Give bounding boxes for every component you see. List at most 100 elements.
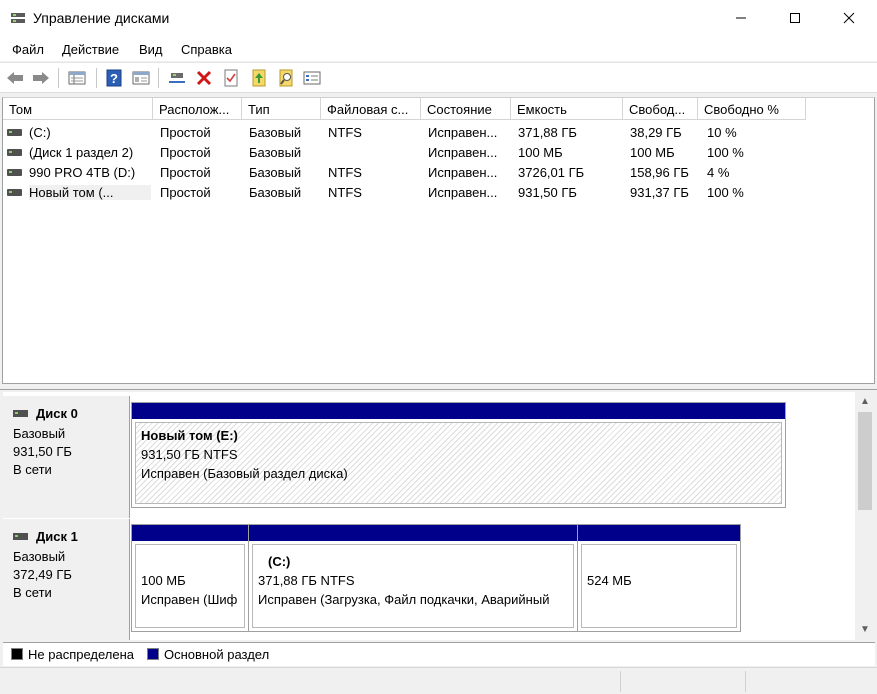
delete-icon[interactable]	[194, 68, 214, 88]
menu-view[interactable]: Вид	[139, 42, 163, 57]
cell-status: Исправен...	[428, 145, 498, 160]
partition-title: (C:)	[268, 554, 291, 569]
properties-icon[interactable]	[131, 68, 151, 88]
partition-recovery[interactable]: 524 МБ	[577, 524, 741, 632]
disk-icon	[13, 410, 28, 417]
menu-file[interactable]: Файл	[12, 42, 44, 57]
partition-c[interactable]: (C:) 371,88 ГБ NTFS Исправен (Загрузка, …	[248, 524, 578, 632]
disk-status: В сети	[13, 462, 52, 477]
disk-size: 931,50 ГБ	[13, 444, 72, 459]
disk-type: Базовый	[13, 426, 66, 441]
cell-free-space: 38,29 ГБ	[630, 125, 682, 140]
partition-status: Исправен (Базовый раздел диска)	[141, 466, 348, 481]
primary-partition-bar	[132, 403, 785, 419]
volume-list[interactable]: Том Располож... Тип Файловая с... Состоя…	[2, 97, 875, 384]
partition-status: Исправен (Шиф	[141, 592, 238, 607]
disk-graphical-view: Диск 0 Базовый 931,50 ГБ В сети Новый то…	[3, 392, 856, 640]
legend-primary-partition: Основной раздел	[164, 647, 270, 662]
primary-partition-swatch	[147, 648, 159, 660]
unallocated-swatch	[11, 648, 23, 660]
cell-free-space: 931,37 ГБ	[630, 185, 689, 200]
scrollbar-thumb[interactable]	[858, 412, 872, 510]
cell-volume: 990 PRO 4TB (D:)	[29, 165, 136, 180]
partition-status: Исправен (Загрузка, Файл подкачки, Авари…	[258, 592, 550, 607]
column-header-free-percent[interactable]: Свободно %	[698, 98, 806, 120]
cell-capacity: 931,50 ГБ	[518, 185, 577, 200]
help-icon[interactable]: ?	[104, 68, 124, 88]
cell-layout: Простой	[160, 145, 211, 160]
table-row[interactable]: Новый том (... Простой Базовый NTFS Испр…	[3, 183, 874, 203]
cell-volume: Новый том (...	[29, 185, 151, 200]
cell-type: Базовый	[249, 145, 302, 160]
disk-name: Диск 0	[36, 406, 78, 421]
primary-partition-bar	[249, 525, 577, 541]
cell-layout: Простой	[160, 125, 211, 140]
table-row[interactable]: 990 PRO 4TB (D:) Простой Базовый NTFS Ис…	[3, 163, 874, 183]
cell-filesystem: NTFS	[328, 185, 362, 200]
cell-volume: (Диск 1 раздел 2)	[29, 145, 134, 160]
title-bar: Управление дисками	[0, 0, 877, 38]
toolbar: ?	[0, 62, 877, 93]
close-button[interactable]	[826, 0, 872, 36]
cell-type: Базовый	[249, 185, 302, 200]
pane-splitter[interactable]	[0, 384, 877, 390]
disk-list-icon[interactable]	[67, 68, 87, 88]
menu-help[interactable]: Справка	[181, 42, 232, 57]
cell-capacity: 3726,01 ГБ	[518, 165, 585, 180]
cell-free-space: 158,96 ГБ	[630, 165, 689, 180]
cell-layout: Простой	[160, 185, 211, 200]
disk-1-header[interactable]: Диск 1 Базовый 372,49 ГБ В сети	[3, 519, 130, 640]
partition-size: 524 МБ	[587, 573, 632, 588]
column-header-layout[interactable]: Располож...	[153, 98, 242, 120]
check-icon[interactable]	[221, 68, 241, 88]
graphical-view-scrollbar[interactable]: ▲ ▼	[855, 392, 875, 640]
drive-icon	[7, 189, 22, 196]
forward-arrow-icon[interactable]	[31, 68, 51, 88]
legend-unallocated: Не распределена	[28, 647, 135, 662]
partition-title: Новый том (E:)	[141, 428, 238, 443]
drive-icon	[7, 149, 22, 156]
column-header-filesystem[interactable]: Файловая с...	[321, 98, 421, 120]
minimize-button[interactable]	[718, 0, 764, 36]
column-header-status[interactable]: Состояние	[421, 98, 511, 120]
search-icon[interactable]	[276, 68, 296, 88]
menu-bar: Файл Действие Вид Справка	[0, 38, 877, 61]
partition-size: 100 МБ	[141, 573, 186, 588]
scroll-down-icon[interactable]: ▼	[860, 624, 870, 635]
status-bar	[0, 667, 877, 694]
table-row[interactable]: (Диск 1 раздел 2) Простой Базовый Исправ…	[3, 143, 874, 163]
cell-status: Исправен...	[428, 185, 498, 200]
maximize-icon	[790, 13, 800, 23]
maximize-button[interactable]	[772, 0, 818, 36]
column-header-capacity[interactable]: Емкость	[511, 98, 623, 120]
cell-free-percent: 4 %	[707, 165, 730, 180]
cell-type: Базовый	[249, 165, 302, 180]
menu-action[interactable]: Действие	[62, 42, 119, 57]
partition-efi[interactable]: 100 МБ Исправен (Шиф	[131, 524, 249, 632]
back-arrow-icon[interactable]	[5, 68, 25, 88]
table-row[interactable]: (C:) Простой Базовый NTFS Исправен... 37…	[3, 123, 874, 143]
cell-volume: (C:)	[29, 125, 51, 140]
scroll-up-icon[interactable]: ▲	[860, 396, 870, 407]
close-icon	[843, 12, 855, 24]
settings-list-icon[interactable]	[302, 68, 322, 88]
cell-free-percent: 100 %	[707, 185, 744, 200]
column-header-type[interactable]: Тип	[242, 98, 321, 120]
import-icon[interactable]	[249, 68, 269, 88]
cell-filesystem: NTFS	[328, 125, 362, 140]
primary-partition-bar	[132, 525, 248, 541]
cell-filesystem: NTFS	[328, 165, 362, 180]
window-title: Управление дисками	[33, 10, 170, 26]
minimize-icon	[736, 17, 746, 19]
drive-icon	[7, 169, 22, 176]
connect-icon[interactable]	[167, 68, 187, 88]
disk-0-header[interactable]: Диск 0 Базовый 931,50 ГБ В сети	[3, 396, 130, 518]
partition-size: 371,88 ГБ NTFS	[258, 573, 355, 588]
cell-status: Исправен...	[428, 125, 498, 140]
cell-status: Исправен...	[428, 165, 498, 180]
disk-name: Диск 1	[36, 529, 78, 544]
column-header-free-space[interactable]: Свобод...	[623, 98, 698, 120]
column-header-volume[interactable]: Том	[3, 98, 153, 120]
partition-e[interactable]: Новый том (E:) 931,50 ГБ NTFS Исправен (…	[131, 402, 786, 508]
partition-size: 931,50 ГБ NTFS	[141, 447, 238, 462]
